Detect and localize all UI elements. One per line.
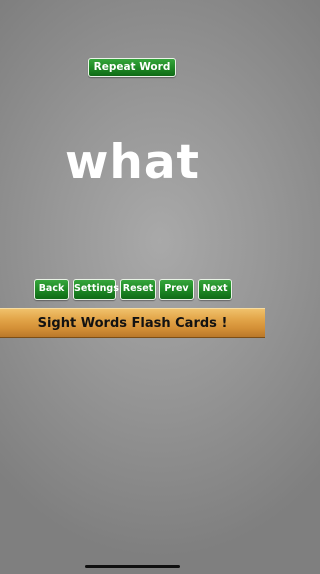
control-bar: Back Settings Reset Prev Next	[0, 279, 265, 300]
title-banner: Sight Words Flash Cards !	[0, 308, 265, 338]
home-indicator[interactable]	[85, 565, 180, 568]
next-button[interactable]: Next	[198, 279, 232, 300]
reset-button[interactable]: Reset	[120, 279, 156, 300]
banner-title: Sight Words Flash Cards !	[37, 316, 228, 331]
settings-button[interactable]: Settings	[73, 279, 119, 300]
repeat-word-button[interactable]: Repeat Word	[88, 58, 176, 77]
back-button[interactable]: Back	[34, 279, 69, 300]
flash-card-word: what	[64, 135, 201, 190]
prev-button[interactable]: Prev	[159, 279, 194, 300]
